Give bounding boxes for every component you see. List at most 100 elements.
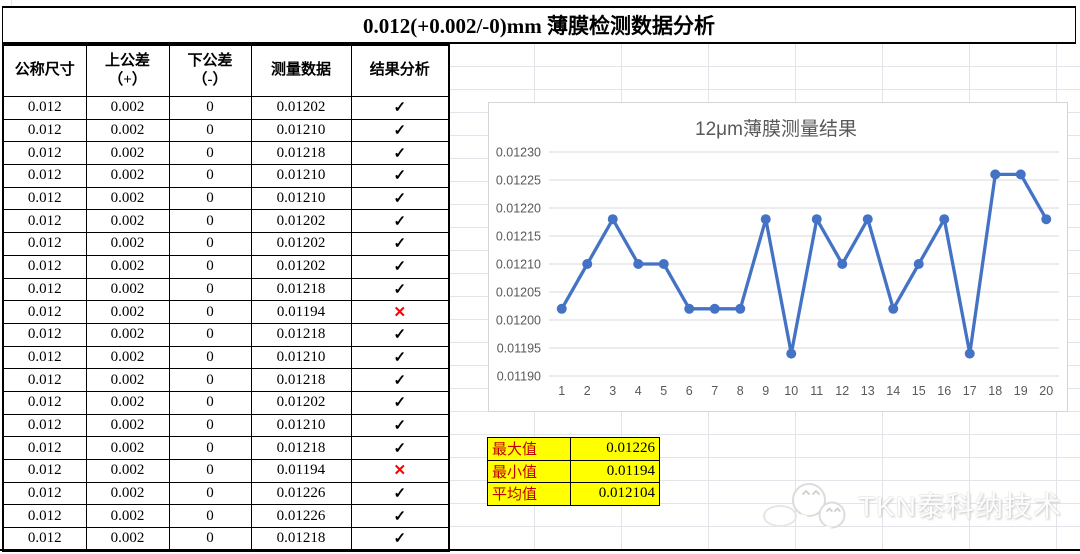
measured-value-cell[interactable]: 0.01218 [250, 436, 352, 460]
sheet-title-cell[interactable]: 0.012(+0.002/-0)mm 薄膜检测数据分析 [2, 6, 1076, 44]
nominal-size-cell[interactable]: 0.012 [2, 254, 87, 279]
lower-tolerance-cell[interactable]: 0 [168, 481, 252, 506]
lower-tolerance-cell[interactable]: 0 [168, 345, 252, 370]
result-cell[interactable]: ✕ [350, 300, 450, 324]
lower-tolerance-cell[interactable]: 0 [168, 527, 252, 552]
measured-value-cell[interactable]: 0.01218 [250, 277, 352, 302]
nominal-size-cell[interactable]: 0.012 [2, 459, 87, 483]
measured-value-cell[interactable]: 0.01210 [250, 345, 352, 370]
lower-tolerance-cell[interactable]: 0 [168, 413, 252, 438]
lower-tolerance-cell[interactable]: 0 [168, 209, 252, 234]
result-cell[interactable]: ✓ [350, 413, 450, 438]
upper-tolerance-cell[interactable]: 0.002 [85, 96, 170, 120]
result-cell[interactable]: ✓ [350, 390, 450, 415]
nominal-size-cell[interactable]: 0.012 [2, 118, 87, 143]
column-header[interactable]: 测量数据 [250, 44, 352, 97]
nominal-size-cell[interactable]: 0.012 [2, 413, 87, 438]
measured-value-cell[interactable]: 0.01218 [250, 527, 352, 552]
lower-tolerance-cell[interactable]: 0 [168, 164, 252, 188]
upper-tolerance-cell[interactable]: 0.002 [85, 186, 170, 211]
result-cell[interactable]: ✓ [350, 345, 450, 370]
measured-value-cell[interactable]: 0.01202 [250, 390, 352, 415]
lower-tolerance-cell[interactable]: 0 [168, 436, 252, 460]
nominal-size-cell[interactable]: 0.012 [2, 436, 87, 460]
upper-tolerance-cell[interactable]: 0.002 [85, 209, 170, 234]
result-cell[interactable]: ✓ [350, 368, 450, 392]
upper-tolerance-cell[interactable]: 0.002 [85, 322, 170, 347]
result-cell[interactable]: ✓ [350, 164, 450, 188]
lower-tolerance-cell[interactable]: 0 [168, 141, 252, 166]
lower-tolerance-cell[interactable]: 0 [168, 186, 252, 211]
summary-value-cell[interactable]: 0.01226 [570, 437, 660, 461]
lower-tolerance-cell[interactable]: 0 [168, 277, 252, 302]
lower-tolerance-cell[interactable]: 0 [168, 504, 252, 529]
result-cell[interactable]: ✓ [350, 527, 450, 552]
nominal-size-cell[interactable]: 0.012 [2, 232, 87, 256]
upper-tolerance-cell[interactable]: 0.002 [85, 254, 170, 279]
result-cell[interactable]: ✓ [350, 504, 450, 529]
measured-value-cell[interactable]: 0.01202 [250, 232, 352, 256]
result-cell[interactable]: ✓ [350, 118, 450, 143]
upper-tolerance-cell[interactable]: 0.002 [85, 481, 170, 506]
nominal-size-cell[interactable]: 0.012 [2, 141, 87, 166]
nominal-size-cell[interactable]: 0.012 [2, 504, 87, 529]
result-cell[interactable]: ✓ [350, 209, 450, 234]
upper-tolerance-cell[interactable]: 0.002 [85, 345, 170, 370]
nominal-size-cell[interactable]: 0.012 [2, 164, 87, 188]
result-cell[interactable]: ✓ [350, 254, 450, 279]
measured-value-cell[interactable]: 0.01210 [250, 164, 352, 188]
measured-value-cell[interactable]: 0.01218 [250, 322, 352, 347]
result-cell[interactable]: ✓ [350, 186, 450, 211]
upper-tolerance-cell[interactable]: 0.002 [85, 232, 170, 256]
lower-tolerance-cell[interactable]: 0 [168, 118, 252, 143]
upper-tolerance-cell[interactable]: 0.002 [85, 141, 170, 166]
measured-value-cell[interactable]: 0.01210 [250, 413, 352, 438]
lower-tolerance-cell[interactable]: 0 [168, 254, 252, 279]
upper-tolerance-cell[interactable]: 0.002 [85, 300, 170, 324]
measured-value-cell[interactable]: 0.01226 [250, 504, 352, 529]
nominal-size-cell[interactable]: 0.012 [2, 209, 87, 234]
measured-value-cell[interactable]: 0.01218 [250, 141, 352, 166]
summary-label-cell[interactable]: 最小值 [487, 459, 571, 483]
column-header[interactable]: 结果分析 [350, 44, 450, 97]
column-header[interactable]: 下公差 （-） [168, 44, 252, 97]
result-cell[interactable]: ✓ [350, 481, 450, 506]
upper-tolerance-cell[interactable]: 0.002 [85, 118, 170, 143]
measured-value-cell[interactable]: 0.01202 [250, 209, 352, 234]
lower-tolerance-cell[interactable]: 0 [168, 322, 252, 347]
lower-tolerance-cell[interactable]: 0 [168, 368, 252, 392]
result-cell[interactable]: ✕ [350, 459, 450, 483]
measured-value-cell[interactable]: 0.01210 [250, 118, 352, 143]
lower-tolerance-cell[interactable]: 0 [168, 459, 252, 483]
upper-tolerance-cell[interactable]: 0.002 [85, 527, 170, 552]
measured-value-cell[interactable]: 0.01202 [250, 254, 352, 279]
nominal-size-cell[interactable]: 0.012 [2, 368, 87, 392]
measurement-chart[interactable]: 0.01190 0.01195 0.01200 0.01205 0.01210 0.012… [488, 102, 1068, 412]
nominal-size-cell[interactable]: 0.012 [2, 300, 87, 324]
upper-tolerance-cell[interactable]: 0.002 [85, 504, 170, 529]
nominal-size-cell[interactable]: 0.012 [2, 390, 87, 415]
nominal-size-cell[interactable]: 0.012 [2, 96, 87, 120]
summary-label-cell[interactable]: 平均值 [487, 482, 571, 506]
measured-value-cell[interactable]: 0.01226 [250, 481, 352, 506]
lower-tolerance-cell[interactable]: 0 [168, 300, 252, 324]
measured-value-cell[interactable]: 0.01194 [250, 300, 352, 324]
lower-tolerance-cell[interactable]: 0 [168, 96, 252, 120]
result-cell[interactable]: ✓ [350, 277, 450, 302]
nominal-size-cell[interactable]: 0.012 [2, 345, 87, 370]
result-cell[interactable]: ✓ [350, 232, 450, 256]
upper-tolerance-cell[interactable]: 0.002 [85, 390, 170, 415]
upper-tolerance-cell[interactable]: 0.002 [85, 368, 170, 392]
measured-value-cell[interactable]: 0.01194 [250, 459, 352, 483]
lower-tolerance-cell[interactable]: 0 [168, 390, 252, 415]
nominal-size-cell[interactable]: 0.012 [2, 186, 87, 211]
result-cell[interactable]: ✓ [350, 322, 450, 347]
result-cell[interactable]: ✓ [350, 436, 450, 460]
nominal-size-cell[interactable]: 0.012 [2, 277, 87, 302]
summary-value-cell[interactable]: 0.012104 [570, 482, 660, 506]
upper-tolerance-cell[interactable]: 0.002 [85, 413, 170, 438]
lower-tolerance-cell[interactable]: 0 [168, 232, 252, 256]
summary-label-cell[interactable]: 最大值 [487, 437, 571, 461]
measured-value-cell[interactable]: 0.01218 [250, 368, 352, 392]
upper-tolerance-cell[interactable]: 0.002 [85, 164, 170, 188]
